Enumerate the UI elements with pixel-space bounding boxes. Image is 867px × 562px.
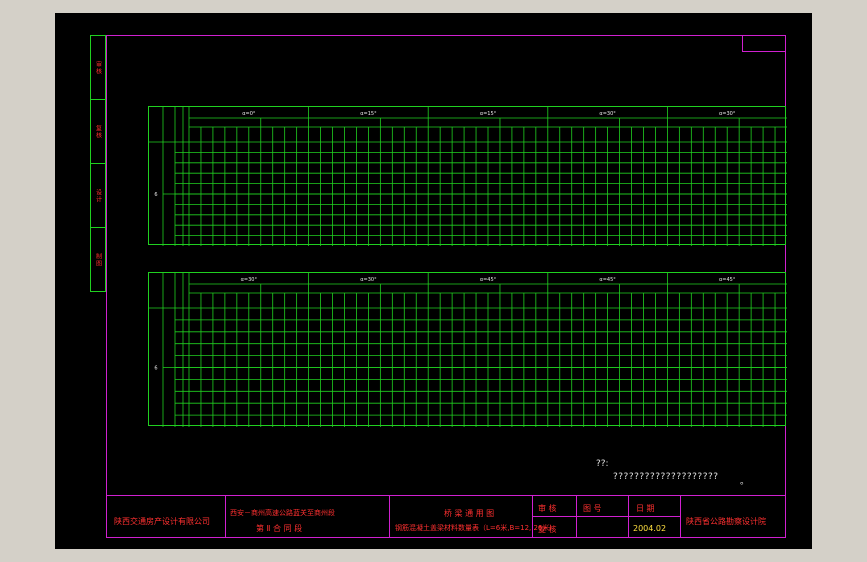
- row-group-label: 6: [154, 192, 157, 198]
- material-table-1: α=0° α=15° α=15° α=30° α=30° 6: [148, 106, 787, 246]
- binding-cell-design: 设计: [91, 164, 105, 228]
- group-header-label: α=30°: [599, 111, 616, 117]
- note-text: ????????????????????: [613, 472, 719, 482]
- binding-label: 制图: [94, 252, 102, 267]
- binding-label: 设计: [94, 188, 102, 203]
- row-group-label: 6: [154, 366, 157, 372]
- group-header-label: α=15°: [360, 111, 377, 117]
- drawing-subtitle: 钢筋混凝土盖梁材料数量表（L=6米,B=12, 26米）: [395, 524, 557, 532]
- drawing-no-label: 图 号: [583, 504, 602, 513]
- tb-divider: [680, 496, 681, 538]
- sheet-number-tab: [742, 35, 786, 52]
- group-header-label: α=30°: [719, 111, 736, 117]
- company-name: 陕西交通房产设计有限公司: [114, 517, 210, 526]
- binding-cell-check: 复核: [91, 100, 105, 164]
- table-1-grid: α=0° α=15° α=15° α=30° α=30° 6: [149, 107, 787, 246]
- date-value: 2004.02: [633, 524, 667, 533]
- designer-name: 陕西省公路勘察设计院: [686, 517, 766, 526]
- title-block: 陕西交通房产设计有限公司 西安－商州高速公路蓝关至商州段 第 Ⅱ 合 同 段 桥…: [106, 495, 786, 538]
- group-header-label: α=45°: [599, 277, 616, 283]
- check-label: 复 核: [538, 525, 557, 534]
- group-header-label: α=30°: [360, 277, 377, 283]
- binding-cell-draw: 制图: [91, 228, 105, 291]
- project-name: 西安－商州高速公路蓝关至商州段: [230, 509, 335, 517]
- tb-row-divider: [532, 516, 680, 517]
- drawing-title: 桥 梁 通 用 图: [444, 509, 495, 518]
- binding-cell-review: 审核: [91, 36, 105, 100]
- review-label: 审 核: [538, 504, 557, 513]
- group-header-label: α=30°: [241, 277, 258, 283]
- group-header-label: α=45°: [480, 277, 497, 283]
- contract-section: 第 Ⅱ 合 同 段: [256, 524, 303, 533]
- material-table-2: α=30° α=30° α=45° α=45° α=45° 6: [148, 272, 787, 427]
- table-2-grid: α=30° α=30° α=45° α=45° α=45° 6: [149, 273, 787, 427]
- tb-divider: [389, 496, 390, 538]
- group-header-label: α=15°: [480, 111, 497, 117]
- tb-divider: [628, 496, 629, 538]
- note-dot: 。: [740, 477, 750, 487]
- binding-label: 审核: [94, 60, 102, 75]
- group-header-label: α=45°: [719, 277, 736, 283]
- tb-divider: [576, 496, 577, 538]
- tb-divider: [225, 496, 226, 538]
- binding-label: 复核: [94, 124, 102, 139]
- note-title: ??:: [596, 459, 609, 469]
- group-header-label: α=0°: [242, 111, 256, 117]
- date-label: 日 期: [636, 504, 655, 513]
- binding-strip: 审核 复核 设计 制图: [90, 35, 106, 292]
- cad-viewport[interactable]: 审核 复核 设计 制图 α=0° α=15° α=15° α=30° α=30° 6 α=…: [55, 13, 812, 549]
